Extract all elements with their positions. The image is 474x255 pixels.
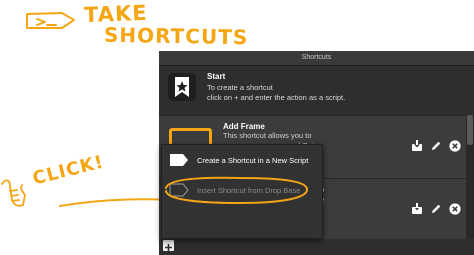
scrollbar[interactable] [466, 115, 474, 238]
annotation-click: CLICK! [30, 151, 107, 190]
close-circle-icon[interactable] [449, 203, 461, 215]
annotation-shortcuts: SHORTCUTS [103, 22, 249, 50]
import-icon[interactable] [411, 203, 423, 215]
start-section: Start To create a shortcut click on + an… [159, 66, 474, 115]
shortcut-title: Add Frame [223, 122, 265, 131]
menu-item-create-shortcut[interactable]: Create a Shortcut in a New Script [162, 147, 322, 173]
import-icon[interactable] [411, 140, 423, 152]
menu-item-insert-from-drop-base[interactable]: Insert Shortcut from Drop Base [162, 177, 322, 203]
close-circle-icon[interactable] [449, 140, 461, 152]
plus-icon [165, 244, 172, 251]
start-title: Start [207, 72, 226, 81]
scrollbar-thumb[interactable] [467, 115, 473, 145]
add-shortcut-button[interactable] [163, 240, 174, 251]
pencil-icon[interactable] [430, 203, 442, 215]
menu-item-label: Insert Shortcut from Drop Base [197, 186, 301, 195]
start-description: To create a shortcut click on + and ente… [207, 83, 407, 103]
bookmark-star-icon [168, 73, 196, 101]
window-title: Shortcuts [159, 51, 474, 66]
menu-item-label: Create a Shortcut in a New Script [197, 156, 309, 165]
pencil-icon[interactable] [430, 140, 442, 152]
tag-icon [169, 183, 189, 197]
tag-sketch-icon [26, 12, 75, 29]
context-menu: Create a Shortcut in a New Script Insert… [161, 144, 323, 239]
shortcut-description: This shortcut allows you to [223, 131, 312, 140]
start-line-2: click on + and enter the action as a scr… [207, 93, 346, 102]
pointing-hand-sketch-icon [1, 179, 26, 207]
arrow-to-menu [59, 198, 171, 207]
start-line-1: To create a shortcut [207, 83, 273, 92]
tag-icon [170, 154, 188, 166]
